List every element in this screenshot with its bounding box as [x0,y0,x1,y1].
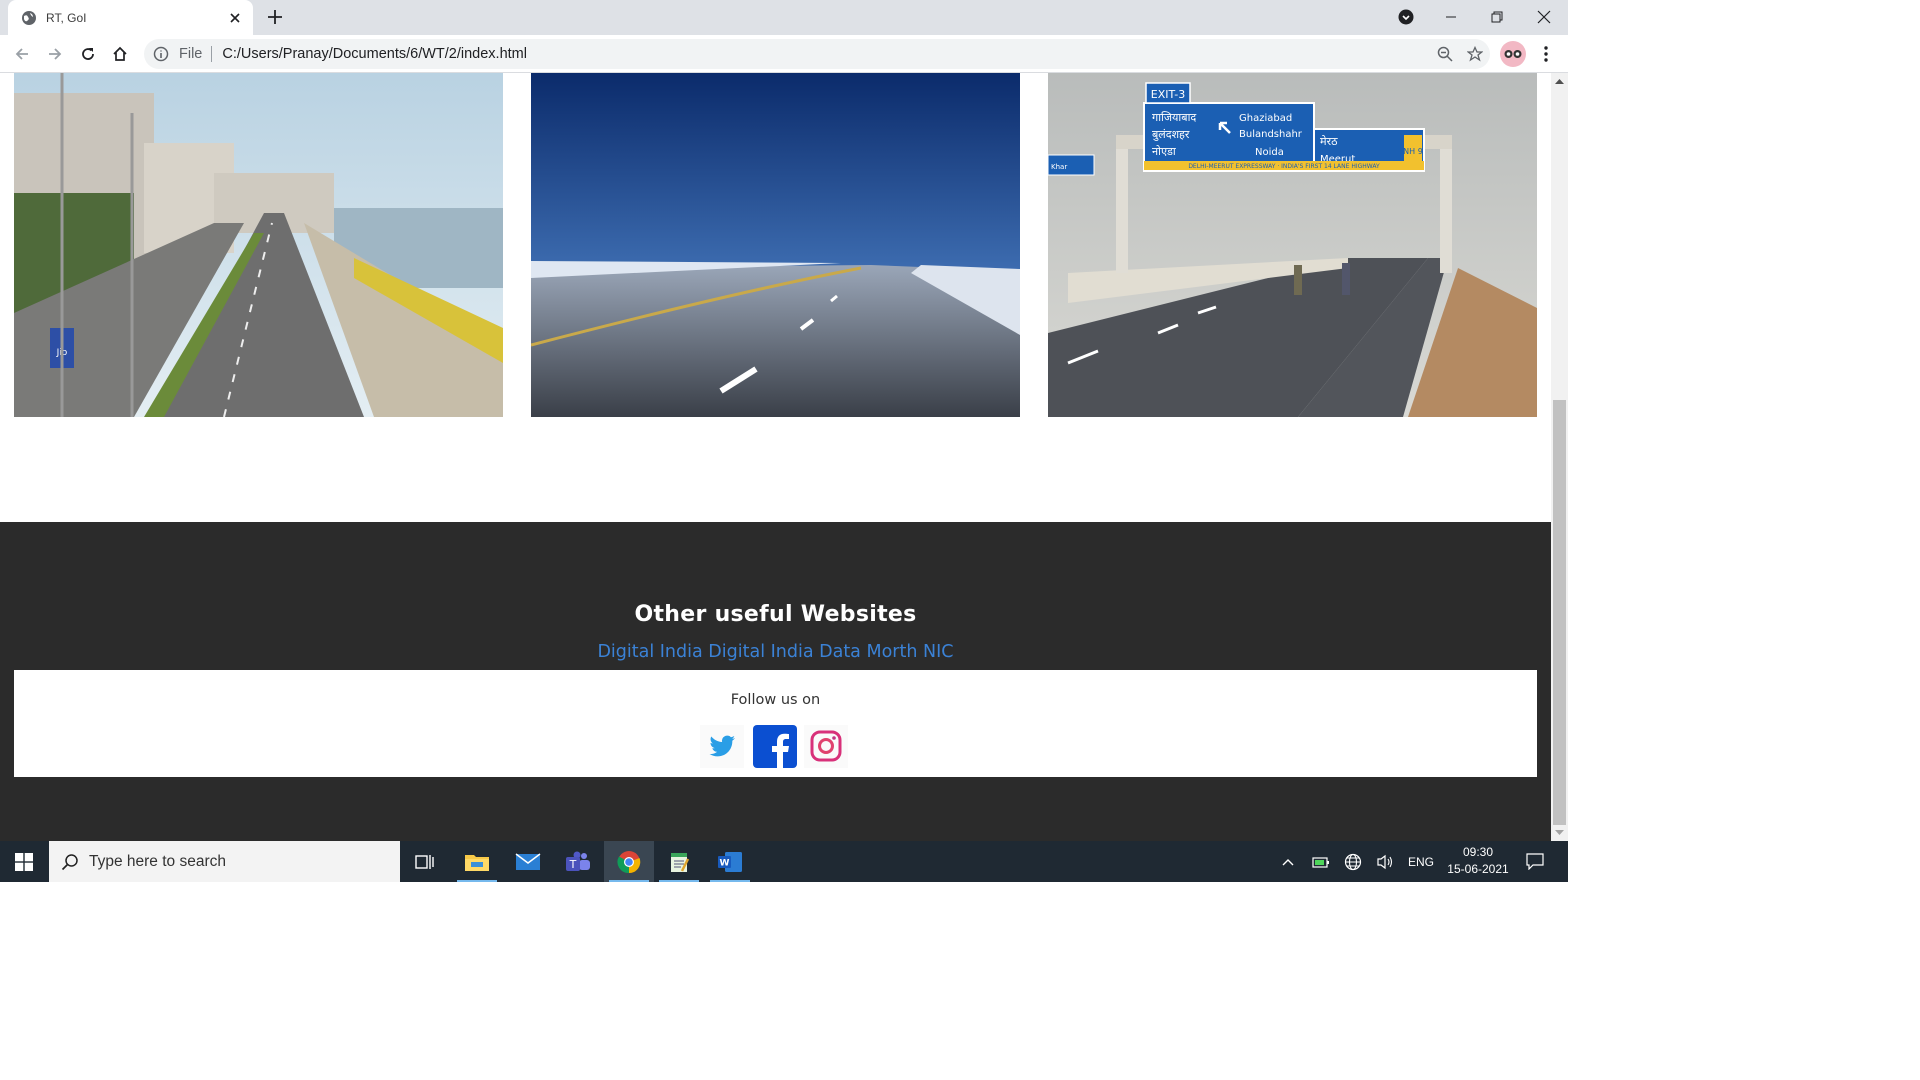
page-scrollbar[interactable] [1551,73,1568,841]
explorer-running-indicator [457,880,497,882]
address-bar[interactable]: File C:/Users/Pranay/Documents/6/WT/2/in… [144,39,1490,69]
follow-us-label: Follow us on [730,692,821,708]
windows-start-icon[interactable] [0,841,48,882]
twitter-icon[interactable] [700,725,744,768]
globe-icon [22,10,36,25]
browser-toolbar: File C:/Users/Pranay/Documents/6/WT/2/in… [0,35,1568,73]
sign-right-hindi: मेरठ [1320,135,1338,148]
sign-nh: NH 9 [1403,147,1423,156]
page-viewport: Jio [0,73,1551,841]
more-menu-icon[interactable] [1533,41,1559,67]
minimize-icon[interactable] [1428,0,1474,33]
notifications-icon[interactable] [1520,841,1550,882]
road-photo-expressway: EXIT-3 गाजियाबाद बुलंदशहर नोएडा Ghaziaba… [1048,73,1537,417]
link-nic[interactable]: NIC [923,642,953,662]
useful-links: Digital India Digital India Data Morth N… [0,642,1551,662]
teams-icon[interactable]: T [553,841,603,882]
notepad-running-indicator [659,880,699,882]
windows-taskbar: Type here to search T W ENG 09:30 15-06-… [0,841,1568,882]
close-window-icon[interactable] [1521,0,1567,33]
task-view-icon[interactable] [400,841,450,882]
sign-english-3: Noida [1255,147,1284,158]
svg-text:T: T [569,858,577,871]
follow-us-panel: Follow us on [14,670,1537,777]
browser-tab[interactable]: RT, GoI [8,0,253,35]
link-digital-india[interactable]: Digital India [597,642,702,662]
tab-title: RT, GoI [46,10,87,25]
scroll-down-arrow-icon[interactable] [1555,828,1564,837]
tab-search-icon[interactable] [1383,0,1429,33]
bookmark-star-icon[interactable] [1460,39,1490,69]
taskbar-search-box[interactable]: Type here to search [49,841,400,882]
sign-hindi-2: बुलंदशहर [1152,128,1190,141]
new-tab-button[interactable] [262,4,288,30]
file-explorer-icon[interactable] [452,841,502,882]
link-morth[interactable]: Morth [867,642,918,662]
scroll-thumb[interactable] [1553,400,1566,825]
svg-text:W: W [720,858,730,868]
clock-date: 15-06-2021 [1447,862,1509,876]
notepad-icon[interactable] [654,841,704,882]
facebook-icon[interactable] [753,725,797,768]
sign-hindi-1: गाजियाबाद [1152,111,1196,124]
close-tab-icon[interactable] [223,6,247,30]
restore-icon[interactable] [1474,0,1520,33]
word-icon[interactable]: W [705,841,755,882]
home-icon[interactable] [105,39,135,69]
sign-banner: DELHI-MEERUT EXPRESSWAY · INDIA'S FIRST … [1188,163,1380,170]
chrome-running-indicator [609,880,649,882]
instagram-icon[interactable] [804,725,848,768]
taskbar-clock[interactable]: 09:30 15-06-2021 [1442,844,1514,878]
sign-left-small: Khar [1051,163,1067,171]
sign-english-1: Ghaziabad [1239,113,1292,124]
forward-arrow-icon[interactable] [40,39,70,69]
volume-icon[interactable] [1372,841,1398,882]
input-language[interactable]: ENG [1404,841,1438,882]
tab-strip: RT, GoI [0,0,1568,35]
sign-hindi-3: नोएडा [1152,145,1176,158]
word-running-indicator [710,880,750,882]
mail-icon[interactable] [503,841,553,882]
clock-time: 09:30 [1462,845,1494,859]
info-icon[interactable] [153,46,169,62]
address-scheme: File [179,46,203,62]
road-photo-marine-drive: Jio [14,73,503,417]
address-separator [211,46,213,62]
chrome-icon[interactable] [604,841,654,882]
search-placeholder: Type here to search [89,852,226,870]
link-digital-india-data[interactable]: Digital India Data [708,642,861,662]
sign-exit-label: EXIT-3 [1151,88,1185,101]
address-url[interactable]: C:/Users/Pranay/Documents/6/WT/2/index.h… [222,46,1430,62]
road-photo-highway [531,73,1020,417]
sign-english-2: Bulandshahr [1239,129,1303,140]
network-globe-icon[interactable] [1340,841,1366,882]
reload-icon[interactable] [73,39,103,69]
back-arrow-icon[interactable] [7,39,37,69]
show-hidden-icons-chevron-icon[interactable] [1276,841,1300,882]
profile-avatar-icon[interactable] [1500,41,1526,67]
scroll-up-arrow-icon[interactable] [1555,77,1564,86]
zoom-icon[interactable] [1430,39,1460,69]
site-footer: Other useful Websites Digital India Digi… [0,522,1551,841]
footer-heading: Other useful Websites [634,602,917,627]
search-icon [61,853,78,870]
battery-icon[interactable] [1308,841,1334,882]
